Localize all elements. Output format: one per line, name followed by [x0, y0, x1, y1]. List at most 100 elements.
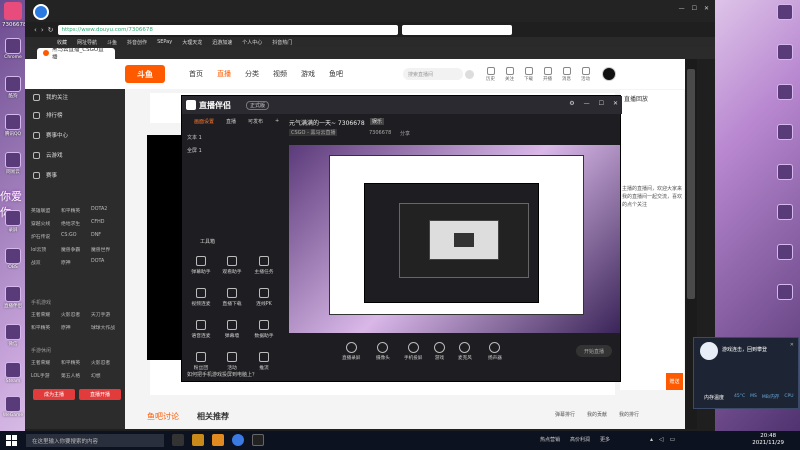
- category-item[interactable]: 天刀手游: [91, 311, 121, 318]
- tray-item[interactable]: 热点营销: [540, 436, 560, 443]
- desktop-icon[interactable]: 酷狗: [0, 76, 26, 112]
- add-scene-icon[interactable]: +: [275, 118, 279, 125]
- rank-tab[interactable]: 我的贡献: [587, 411, 607, 418]
- tool-task[interactable]: 主播任务: [250, 256, 278, 275]
- tool-microphone[interactable]: 麦克风: [458, 342, 472, 361]
- desktop-icon[interactable]: [772, 84, 798, 120]
- tray-item[interactable]: 高价利润: [570, 436, 590, 443]
- scrollbar-thumb[interactable]: [687, 69, 695, 299]
- category-item[interactable]: CFHD: [91, 220, 121, 227]
- category-item[interactable]: LOL手游: [31, 372, 61, 379]
- nav-item[interactable]: 游戏: [301, 69, 315, 79]
- category-item[interactable]: 魔兽世界: [91, 246, 121, 253]
- room-category[interactable]: CSGO - 黑马云直播: [289, 129, 338, 136]
- task-view-icon[interactable]: [172, 434, 184, 446]
- url-input[interactable]: https://www.douyu.com/7306678: [57, 25, 398, 35]
- category-item[interactable]: 和平精英: [61, 359, 91, 366]
- tool-danmu[interactable]: 弹幕助手: [187, 256, 215, 275]
- taskbar-browser-icon[interactable]: [232, 434, 244, 446]
- minimize-icon[interactable]: —: [679, 5, 685, 12]
- send-gift-button[interactable]: 赠送: [666, 373, 683, 390]
- desktop-icon[interactable]: [772, 204, 798, 240]
- taskbar-clock[interactable]: 20:48 2021/11/29: [752, 433, 784, 447]
- desktop-icon[interactable]: 录屏: [0, 210, 26, 246]
- chat-panel-title[interactable]: 直播回放: [624, 94, 648, 103]
- category-item[interactable]: CS:GO: [61, 233, 91, 240]
- category-item[interactable]: 战双: [31, 259, 61, 266]
- taskbar-app-icon[interactable]: [212, 434, 224, 446]
- sidebar-item-match[interactable]: 赛事: [33, 171, 57, 179]
- back-icon[interactable]: ‹: [34, 26, 37, 34]
- tool-push[interactable]: 推流: [250, 352, 278, 371]
- rank-tab[interactable]: 我的排行: [619, 411, 639, 418]
- site-logo[interactable]: 斗鱼: [125, 65, 165, 83]
- settings-icon[interactable]: ⚙: [569, 100, 574, 107]
- header-icon-follow[interactable]: 关注: [505, 66, 514, 82]
- maximize-icon[interactable]: ☐: [692, 5, 697, 12]
- tool-screen-record[interactable]: 直播录屏: [342, 342, 360, 361]
- room-title[interactable]: 元气满满的一天~ 7306678: [289, 118, 365, 127]
- tray-item[interactable]: 更多: [600, 436, 610, 443]
- nav-item-active[interactable]: 直播: [217, 69, 231, 79]
- bookmark-item[interactable]: 个人中心: [242, 39, 262, 46]
- bookmark-item[interactable]: 迅游加速: [212, 39, 232, 46]
- tool-viewer[interactable]: 观看助手: [218, 256, 246, 275]
- helper-tab-live[interactable]: 直播: [226, 118, 236, 125]
- browser-tab-active[interactable]: 黑马云直播_CSGO直播: [37, 47, 115, 61]
- forward-icon[interactable]: ›: [41, 26, 44, 34]
- desktop-icon[interactable]: [772, 244, 798, 280]
- sidebar-item-follow[interactable]: 我的关注: [33, 93, 68, 101]
- category-item[interactable]: 王者荣耀: [31, 311, 61, 318]
- network-icon[interactable]: ▴: [650, 436, 653, 443]
- become-streamer-button[interactable]: 成为主播: [33, 389, 75, 400]
- minimize-icon[interactable]: —: [584, 100, 590, 107]
- bookmark-item[interactable]: 大理天龙: [182, 39, 202, 46]
- close-icon[interactable]: ✕: [613, 100, 618, 107]
- header-icon-event[interactable]: 活动: [581, 66, 590, 82]
- desktop-icon[interactable]: [772, 284, 798, 320]
- sidebar-item-rank[interactable]: 排行榜: [33, 111, 63, 119]
- desktop-icon[interactable]: 网易云: [0, 152, 26, 188]
- category-item[interactable]: 王者荣耀: [31, 359, 61, 366]
- category-item[interactable]: 火影忍者: [91, 359, 121, 366]
- taskbar-app-icon[interactable]: [252, 434, 264, 446]
- category-item[interactable]: 第五人格: [61, 372, 91, 379]
- taskbar-search-input[interactable]: 在这里输入你要搜索的内容: [26, 434, 164, 447]
- desktop-icon[interactable]: WeGame: [0, 396, 26, 432]
- desktop-icon[interactable]: OBS: [0, 248, 26, 284]
- category-item[interactable]: 穿越火线: [31, 220, 61, 227]
- notification-close-icon[interactable]: ✕: [790, 342, 794, 348]
- header-icon-download[interactable]: 下载: [524, 66, 533, 82]
- header-icon-broadcast[interactable]: 开播: [543, 66, 552, 82]
- refresh-icon[interactable]: ↻: [48, 26, 54, 34]
- category-item[interactable]: DNF: [91, 233, 121, 240]
- desktop-icon[interactable]: [772, 4, 798, 40]
- category-item[interactable]: 绝地求生: [61, 220, 91, 227]
- category-item[interactable]: 原神: [61, 324, 91, 331]
- helper-tab-scene[interactable]: 画面设置: [194, 118, 214, 125]
- desktop-icon[interactable]: 微信: [0, 324, 26, 360]
- category-item[interactable]: DOTA2: [91, 207, 121, 214]
- user-avatar[interactable]: [602, 67, 616, 81]
- close-icon[interactable]: ✕: [704, 5, 709, 12]
- tool-voice[interactable]: 语音连麦: [187, 320, 215, 339]
- toast-notification[interactable]: 游戏连击，回到攀登 ✕ 内存温度 45°C MS MB/内存 CPU: [693, 337, 799, 409]
- header-icon-history[interactable]: 历史: [486, 66, 495, 82]
- category-item[interactable]: 原神: [61, 259, 91, 266]
- bookmark-item[interactable]: SEPay: [157, 39, 172, 45]
- category-item[interactable]: 炉石传说: [31, 233, 61, 240]
- tool-download[interactable]: 直播下载: [218, 288, 246, 307]
- sidebar-item-events[interactable]: 赛事中心: [33, 131, 68, 139]
- nav-item[interactable]: 分类: [245, 69, 259, 79]
- nav-item[interactable]: 鱼吧: [329, 69, 343, 79]
- rank-tab[interactable]: 弹幕排行: [555, 411, 575, 418]
- category-item[interactable]: 球球大作战: [91, 324, 121, 331]
- helper-notice[interactable]: 如何把手机游戏投屏到电脑上？: [187, 371, 257, 378]
- tool-video-link[interactable]: 视频连麦: [187, 288, 215, 307]
- layer-item[interactable]: 全屏 1: [187, 147, 202, 154]
- desktop-icon[interactable]: 腾讯QQ: [0, 114, 26, 150]
- taskbar-app-icon[interactable]: [192, 434, 204, 446]
- desktop-app-icon[interactable]: [4, 2, 22, 20]
- search-icon[interactable]: [465, 69, 474, 79]
- desktop-icon[interactable]: [772, 164, 798, 200]
